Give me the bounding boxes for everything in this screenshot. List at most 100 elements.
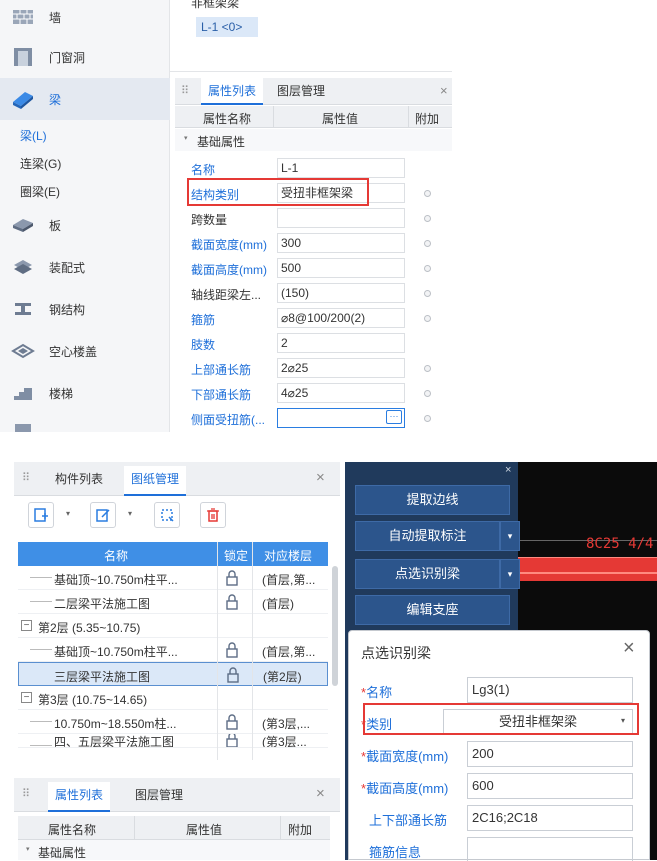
tab-drawing-management[interactable]: 图纸管理 <box>124 466 187 496</box>
lock-icon[interactable] <box>225 667 241 683</box>
collapse-icon[interactable]: ▾ <box>26 845 30 853</box>
tab-property-list[interactable]: 属性列表 <box>48 782 111 812</box>
tree-item-l1[interactable]: L-1 <0> <box>196 17 258 37</box>
longitudinal-rebar-field[interactable]: 2C16;2C18 <box>467 805 633 831</box>
chevron-down-icon[interactable]: ▾ <box>500 559 520 589</box>
tab-layer-management[interactable]: 图层管理 <box>270 78 332 105</box>
close-icon[interactable]: × <box>316 469 325 486</box>
highlight-box-top <box>187 178 369 206</box>
attach-checkbox[interactable] <box>424 190 431 197</box>
lock-icon[interactable] <box>224 594 240 610</box>
width-field[interactable]: 200 <box>467 741 633 767</box>
prop-value-input[interactable] <box>277 208 405 228</box>
expand-icon[interactable]: ▾ <box>180 0 184 2</box>
prop-row-stirrup: 箍筋 ⌀8@100/200(2) <box>175 306 452 331</box>
prop-name: 跨数量 <box>191 213 228 227</box>
prop-value-input[interactable]: (150) <box>277 283 405 303</box>
table-row[interactable]: 10.750m~18.550m柱... (第3层,... <box>18 710 328 734</box>
attach-checkbox[interactable] <box>424 390 431 397</box>
collapse-icon[interactable]: − <box>21 620 32 631</box>
attach-checkbox[interactable] <box>424 415 431 422</box>
close-icon[interactable]: × <box>440 83 448 98</box>
nav-item-wall[interactable]: 墙 <box>0 0 170 38</box>
dialog-row-name: *名称 Lg3(1) <box>349 675 651 705</box>
collapse-icon[interactable]: ▾ <box>184 134 188 142</box>
lock-icon[interactable] <box>224 734 240 748</box>
close-icon[interactable]: × <box>623 637 635 660</box>
dialog-title: 点选识别梁 <box>361 645 431 661</box>
table-row[interactable]: 二层梁平法施工图 (首层) <box>18 590 328 614</box>
table-row-selected[interactable]: 三层梁平法施工图 (第2层) <box>18 662 328 686</box>
lock-icon[interactable] <box>224 714 240 730</box>
table-row[interactable]: 四、五层梁平法施工图 (第3层... <box>18 734 328 748</box>
auto-extract-label-button[interactable]: 自动提取标注 ▾ <box>355 521 520 551</box>
prop-value-input[interactable]: 2⌀25 <box>277 358 405 378</box>
lock-icon[interactable] <box>224 642 240 658</box>
prop-value-input[interactable]: L-1 <box>277 158 405 178</box>
prefab-icon <box>10 256 36 278</box>
nav-item-hollow-floor[interactable]: 空心楼盖 <box>0 330 170 372</box>
row-name: 三层梁平法施工图 <box>54 670 151 684</box>
attach-checkbox[interactable] <box>424 315 431 322</box>
chevron-down-icon[interactable]: ▾ <box>500 521 520 551</box>
table-row-floor-group[interactable]: − 第2层 (5.35~10.75) <box>18 614 328 638</box>
delete-drawing-button[interactable] <box>200 502 226 528</box>
property-header: 属性名称 属性值 附加 <box>175 106 452 128</box>
drawing-management-panel: ⠿ 构件列表 图纸管理 × ▾ ▾ 名称 锁定 对应楼层 基础顶~10.750m… <box>14 462 340 860</box>
prop-value-input[interactable]: 4⌀25 <box>277 383 405 403</box>
chevron-down-icon[interactable]: ▾ <box>66 509 70 518</box>
tab-layer-management[interactable]: 图层管理 <box>128 782 190 809</box>
edit-drawing-button[interactable] <box>90 502 116 528</box>
property-panel-top: ⠿ 属性列表 图层管理 × 属性名称 属性值 附加 ▾ 基础属性 名称 L-1 … <box>175 78 452 432</box>
nav-item-door-window[interactable]: 门窗洞 <box>0 36 170 78</box>
split-drawing-button[interactable] <box>154 502 180 528</box>
prop-value-input[interactable]: 2 <box>277 333 405 353</box>
height-field[interactable]: 600 <box>467 773 633 799</box>
drag-handle-icon[interactable]: ⠿ <box>22 787 30 800</box>
nav-item-slab[interactable]: 板 <box>0 204 170 246</box>
extract-edge-button[interactable]: 提取边线 <box>355 485 510 515</box>
collapse-icon[interactable]: − <box>21 692 32 703</box>
chevron-down-icon[interactable]: ▾ <box>128 509 132 518</box>
close-icon[interactable]: × <box>505 464 511 476</box>
nav-item-steel[interactable]: 钢结构 <box>0 288 170 330</box>
nav-label: 墙 <box>49 10 62 25</box>
attach-checkbox[interactable] <box>424 265 431 272</box>
drawing-tabbar: ⠿ 构件列表 图纸管理 × <box>14 462 340 496</box>
tree-group-label[interactable]: 非框架梁 <box>191 0 239 11</box>
close-icon[interactable]: × <box>316 785 325 802</box>
sub-item-beam[interactable]: 梁(L) <box>20 127 47 144</box>
property-group-basic[interactable]: ▾ 基础属性 <box>175 129 452 151</box>
nav-item-beam[interactable]: 梁 <box>0 78 170 120</box>
attach-checkbox[interactable] <box>424 215 431 222</box>
prop-value-input[interactable]: ⌀8@100/200(2) <box>277 308 405 328</box>
tab-component-list[interactable]: 构件列表 <box>48 466 110 493</box>
nav-item-prefab[interactable]: 装配式 <box>0 246 170 288</box>
drag-handle-icon[interactable]: ⠿ <box>22 471 30 484</box>
name-field[interactable]: Lg3(1) <box>467 677 633 703</box>
stair-icon <box>10 382 36 404</box>
attach-checkbox[interactable] <box>424 365 431 372</box>
sub-item-coupling-beam[interactable]: 连梁(G) <box>20 155 61 172</box>
more-button[interactable]: ··· <box>386 410 402 424</box>
table-row-floor-group[interactable]: − 第3层 (10.75~14.65) <box>18 686 328 710</box>
table-row[interactable]: 基础顶~10.750m柱平... (首层,第... <box>18 638 328 662</box>
drag-handle-icon[interactable]: ⠿ <box>181 84 190 97</box>
edit-support-button[interactable]: 编辑支座 <box>355 595 510 625</box>
cad-canvas[interactable]: 8C25 4/4 × 提取边线 自动提取标注 ▾ 点选识别梁 ▾ 编辑支座 点选识别… <box>345 462 657 861</box>
lock-icon[interactable] <box>224 570 240 586</box>
nav-item-stair[interactable]: 楼梯 <box>0 372 170 414</box>
stirrup-field[interactable] <box>467 837 633 861</box>
attach-checkbox[interactable] <box>424 240 431 247</box>
property-group-basic[interactable]: ▾ 基础属性 <box>18 840 330 860</box>
pick-recognize-beam-button[interactable]: 点选识别梁 ▾ <box>355 559 520 589</box>
row-floor: (首层,第... <box>262 573 316 587</box>
prop-value-input[interactable]: 500 <box>277 258 405 278</box>
prop-value-input[interactable]: 300 <box>277 233 405 253</box>
add-drawing-button[interactable] <box>28 502 54 528</box>
tab-property-list[interactable]: 属性列表 <box>201 78 264 105</box>
scrollbar[interactable] <box>332 566 338 686</box>
attach-checkbox[interactable] <box>424 290 431 297</box>
sub-item-ring-beam[interactable]: 圈梁(E) <box>20 183 60 200</box>
table-row[interactable]: 基础顶~10.750m柱平... (首层,第... <box>18 566 328 590</box>
